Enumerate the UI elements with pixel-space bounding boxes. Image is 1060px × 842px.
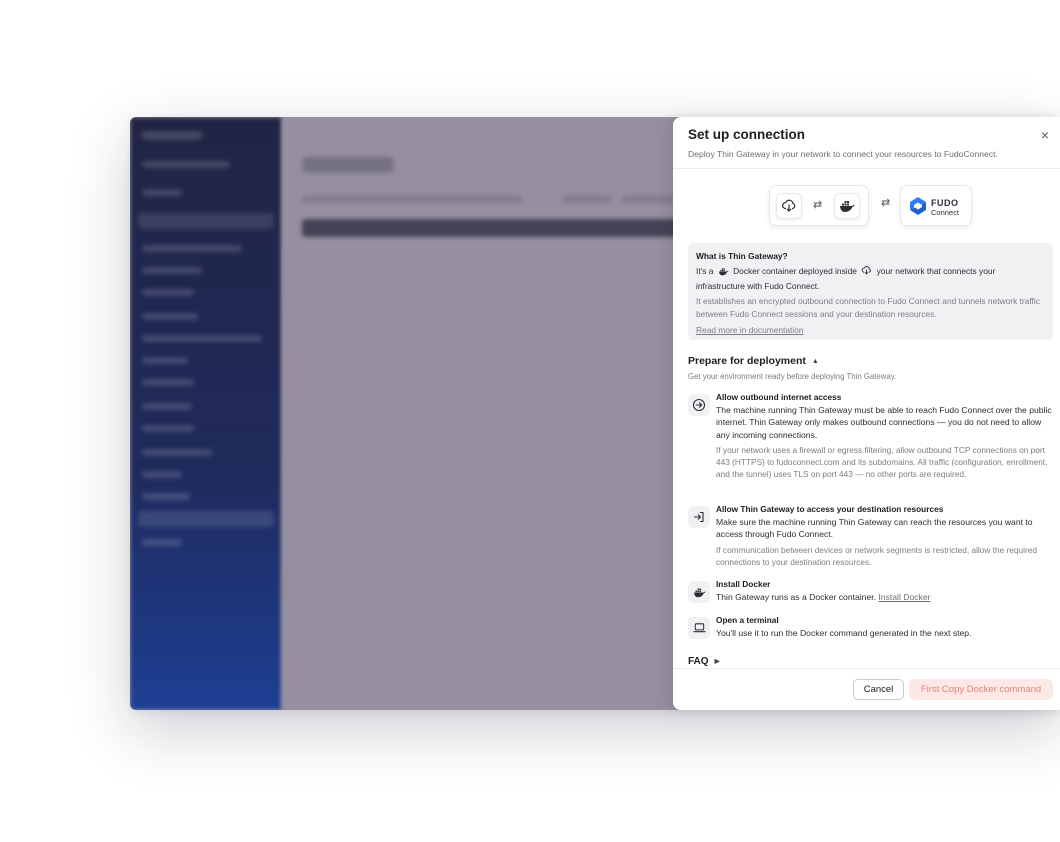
- drawer-title: Set up connection: [688, 127, 806, 142]
- docker-icon: [688, 581, 710, 603]
- drawer-header: Set up connection Deploy Thin Gateway in…: [673, 117, 1060, 169]
- step-text: Make sure the machine running Thin Gatew…: [716, 517, 1033, 540]
- info-title: What is Thin Gateway?: [696, 251, 788, 261]
- documentation-link[interactable]: Read more in documentation: [696, 325, 804, 335]
- step-muted-text: If your network uses a firewall or egres…: [716, 444, 1048, 480]
- docker-icon: [834, 193, 860, 219]
- thin-gateway-info: What is Thin Gateway? It's a Docker cont…: [688, 243, 1053, 340]
- cloud-network-icon: [776, 193, 802, 219]
- close-icon: ×: [1040, 127, 1050, 143]
- info-muted-text: It establishes an encrypted outbound con…: [696, 296, 1040, 319]
- step-muted-text: If communication between devices or netw…: [716, 544, 1037, 567]
- sign-in-icon: [688, 506, 710, 528]
- arrow-circle-right-icon: [688, 394, 710, 416]
- step-title: Install Docker: [716, 579, 771, 589]
- docker-icon: [718, 267, 729, 280]
- install-docker-link[interactable]: Install Docker: [878, 592, 930, 602]
- cancel-button[interactable]: Cancel: [853, 679, 904, 700]
- laptop-icon: [688, 617, 710, 639]
- exchange-arrows-icon: ⇄: [881, 197, 891, 209]
- step-open-terminal: Open a terminal You'll use it to run the…: [688, 615, 1054, 643]
- chevron-right-icon: ▶: [714, 658, 720, 665]
- exchange-arrows-icon: ⇄: [813, 199, 823, 211]
- step-outbound-access: Allow outbound internet access The machi…: [688, 392, 1054, 492]
- step-title: Allow Thin Gateway to access your destin…: [716, 504, 944, 514]
- brand-sub: Connect: [931, 208, 959, 217]
- drawer-subtitle: Deploy Thin Gateway in your network to c…: [688, 149, 998, 159]
- prepare-section-subtitle: Get your environment ready before deploy…: [688, 372, 897, 381]
- brand-word: FUDO: [931, 198, 959, 208]
- prepare-section-title[interactable]: Prepare for deployment ▲: [688, 355, 819, 367]
- fudo-connect-logo: FUDO Connect: [900, 185, 972, 226]
- step-text: Thin Gateway runs as a Docker container.…: [716, 592, 931, 602]
- drawer-footer: Cancel First Copy Docker command: [673, 668, 1060, 710]
- setup-connection-drawer: Set up connection Deploy Thin Gateway in…: [673, 117, 1060, 710]
- info-description: It's a Docker container deployed inside …: [696, 265, 996, 291]
- background-sidebar: [130, 117, 282, 710]
- step-title: Open a terminal: [716, 615, 779, 625]
- fudo-mark-icon: [910, 197, 926, 215]
- step-text: You'll use it to run the Docker command …: [716, 628, 972, 638]
- faq-toggle[interactable]: FAQ ▶: [688, 656, 720, 667]
- step-title: Allow outbound internet access: [716, 392, 842, 402]
- chevron-up-icon[interactable]: ▲: [812, 358, 819, 365]
- step-install-docker: Install Docker Thin Gateway runs as a Do…: [688, 579, 1054, 607]
- gateway-group: ⇄: [769, 185, 869, 226]
- step-destination-access: Allow Thin Gateway to access your destin…: [688, 504, 1054, 568]
- step-text: The machine running Thin Gateway must be…: [716, 405, 1052, 440]
- connection-diagram: ⇄ ⇄ FUDO Connect: [769, 184, 973, 228]
- copy-docker-command-button[interactable]: First Copy Docker command: [909, 679, 1053, 700]
- close-button[interactable]: ×: [1036, 126, 1054, 144]
- cloud-network-icon: [861, 265, 872, 280]
